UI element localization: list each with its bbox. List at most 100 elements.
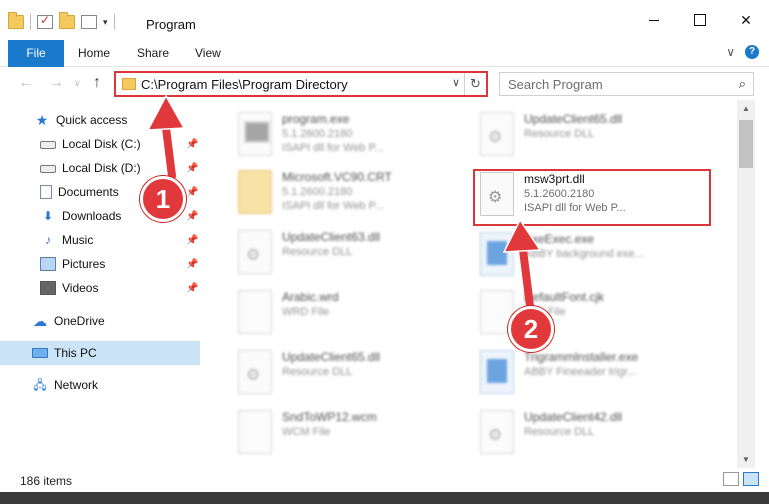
- sidebar-item-label: Videos: [62, 281, 99, 295]
- status-bar: 186 items: [0, 468, 769, 492]
- file-item[interactable]: program.exe 5.1.2600.2180 ISAPI dll for …: [220, 106, 460, 164]
- details-view-icon[interactable]: [723, 472, 739, 486]
- help-icon[interactable]: ?: [745, 45, 759, 59]
- search-input[interactable]: Search Program: [508, 77, 603, 92]
- folder-icon[interactable]: [8, 12, 24, 29]
- pin-icon[interactable]: 📌: [186, 259, 198, 270]
- refresh-icon[interactable]: ↻: [464, 73, 486, 95]
- callout-step-2: 2: [508, 306, 554, 352]
- search-box[interactable]: Search Program ⌕: [499, 72, 754, 96]
- tab-file[interactable]: File: [8, 40, 64, 67]
- tab-share[interactable]: Share: [137, 40, 169, 67]
- file-description: ISAPI dll for Web P...: [282, 200, 384, 212]
- item-count: 186 items: [20, 474, 73, 488]
- file-item[interactable]: SndToWP12.wcm WCM File: [220, 404, 460, 462]
- tab-home[interactable]: Home: [78, 40, 110, 67]
- view-toggle: [723, 472, 759, 486]
- file-item[interactable]: DefaultFont.cjk CJK File: [462, 284, 702, 342]
- sidebar-item-music[interactable]: ♪ Music 📌: [0, 228, 210, 252]
- file-name: Microsoft.VC90.CRT: [282, 170, 392, 184]
- scroll-up-icon[interactable]: ▲: [737, 100, 755, 117]
- pin-icon[interactable]: 📌: [186, 139, 198, 150]
- scrollbar-thumb[interactable]: [739, 120, 753, 168]
- new-folder-icon[interactable]: [59, 12, 75, 29]
- back-arrow-icon[interactable]: ←: [18, 74, 34, 92]
- file-name: UpdateClient63.dll: [282, 230, 381, 244]
- window-controls: ✕: [631, 0, 769, 40]
- file-description: ISAPI dll for Web P...: [282, 142, 384, 154]
- pin-icon[interactable]: 📌: [186, 235, 198, 246]
- star-icon: ★: [35, 112, 49, 128]
- minimize-button[interactable]: [631, 0, 677, 40]
- callout-step-1: 1: [140, 176, 186, 222]
- sidebar-item-quick-access[interactable]: ★ Quick access: [0, 108, 210, 132]
- music-icon: ♪: [45, 233, 51, 247]
- file-item[interactable]: UpdateClient63.dll Resource DLL: [220, 224, 460, 282]
- file-item[interactable]: UpdateClient42.dll Resource DLL: [462, 404, 702, 462]
- disk-icon: [40, 141, 56, 149]
- pin-icon[interactable]: 📌: [186, 211, 198, 222]
- properties-check-icon[interactable]: [37, 13, 53, 29]
- chevron-down-icon[interactable]: ∨: [452, 76, 460, 89]
- file-item[interactable]: ExeExec.exe ABBY background exe...: [462, 226, 702, 284]
- disk-icon: [40, 165, 56, 173]
- chevron-down-icon[interactable]: ▾: [103, 17, 108, 28]
- close-button[interactable]: ✕: [723, 0, 769, 40]
- dll-icon: [238, 350, 272, 394]
- file-item[interactable]: UpdateClient65.dll Resource DLL: [220, 344, 460, 402]
- sidebar-item-local-disk-c[interactable]: Local Disk (C:) 📌: [0, 132, 210, 156]
- sidebar-item-pictures[interactable]: Pictures 📌: [0, 252, 210, 276]
- scroll-down-icon[interactable]: ▼: [737, 451, 755, 468]
- sidebar-item-onedrive[interactable]: ☁ OneDrive: [0, 309, 210, 333]
- dll-icon: [480, 410, 514, 454]
- vertical-scrollbar[interactable]: ▲ ▼: [737, 100, 755, 468]
- quick-access-toolbar: ▾: [8, 12, 115, 30]
- pin-icon[interactable]: 📌: [186, 283, 198, 294]
- sidebar-item-local-disk-d[interactable]: Local Disk (D:) 📌: [0, 156, 210, 180]
- sidebar-item-network[interactable]: 🖧 Network: [0, 373, 210, 397]
- sidebar-item-this-pc[interactable]: This PC: [0, 341, 200, 365]
- properties-icon[interactable]: [81, 15, 97, 29]
- maximize-button[interactable]: [677, 0, 723, 40]
- tab-view[interactable]: View: [195, 40, 221, 67]
- title-bar: ▾ Program ✕: [0, 0, 769, 40]
- sidebar-item-label: Pictures: [62, 257, 106, 271]
- address-bar[interactable]: C:\Program Files\Program Directory ∨ ↻: [114, 71, 488, 97]
- file-type: WCM File: [282, 426, 331, 438]
- file-name: DefaultFont.cjk: [524, 290, 605, 304]
- app-icon: [480, 350, 514, 394]
- expand-ribbon-icon[interactable]: ∨: [726, 45, 735, 59]
- file-name: Arabic.wrd: [282, 290, 339, 304]
- computer-icon: [32, 348, 48, 358]
- file-list: program.exe 5.1.2600.2180 ISAPI dll for …: [210, 100, 737, 468]
- folder-item[interactable]: Microsoft.VC90.CRT 5.1.2600.2180 ISAPI d…: [220, 164, 460, 222]
- sidebar-item-label: Quick access: [56, 113, 128, 127]
- file-item[interactable]: Arabic.wrd WRD File: [220, 284, 460, 342]
- address-path[interactable]: C:\Program Files\Program Directory: [141, 77, 348, 92]
- forward-arrow-icon[interactable]: →: [48, 74, 64, 92]
- file-version: 5.1.2600.2180: [282, 186, 353, 198]
- pin-icon[interactable]: 📌: [186, 187, 198, 198]
- file-item[interactable]: UpdateClient65.dll Resource DLL: [462, 106, 702, 164]
- divider: [113, 14, 115, 30]
- sidebar-item-label: Music: [62, 233, 94, 247]
- up-arrow-icon[interactable]: ↑: [93, 74, 101, 92]
- file-type: Resource DLL: [524, 426, 595, 438]
- download-icon: ⬇: [42, 209, 54, 223]
- sidebar-item-label: Local Disk (D:): [62, 161, 141, 175]
- tiles-view-icon[interactable]: [743, 472, 759, 486]
- sidebar-item-label: OneDrive: [54, 314, 105, 328]
- sidebar-item-label: This PC: [54, 346, 97, 360]
- folder-icon: [238, 170, 272, 214]
- search-icon[interactable]: ⌕: [739, 76, 746, 92]
- sidebar-item-label: Downloads: [62, 209, 122, 223]
- recent-locations-icon[interactable]: ∨: [74, 78, 81, 89]
- navigation-bar: ← → ∨ ↑ C:\Program Files\Program Directo…: [0, 67, 769, 100]
- sidebar-item-videos[interactable]: Videos 📌: [0, 276, 210, 300]
- pin-icon[interactable]: 📌: [186, 163, 198, 174]
- file-name: Trigrammlnstaller.exe: [524, 350, 639, 364]
- navigation-pane: ★ Quick access Local Disk (C:) 📌 Local D…: [0, 100, 210, 468]
- file-item[interactable]: Trigrammlnstaller.exe ABBY Fineeader tri…: [462, 344, 702, 402]
- network-icon: 🖧: [33, 378, 47, 392]
- file-name: UpdateClient65.dll: [524, 112, 623, 126]
